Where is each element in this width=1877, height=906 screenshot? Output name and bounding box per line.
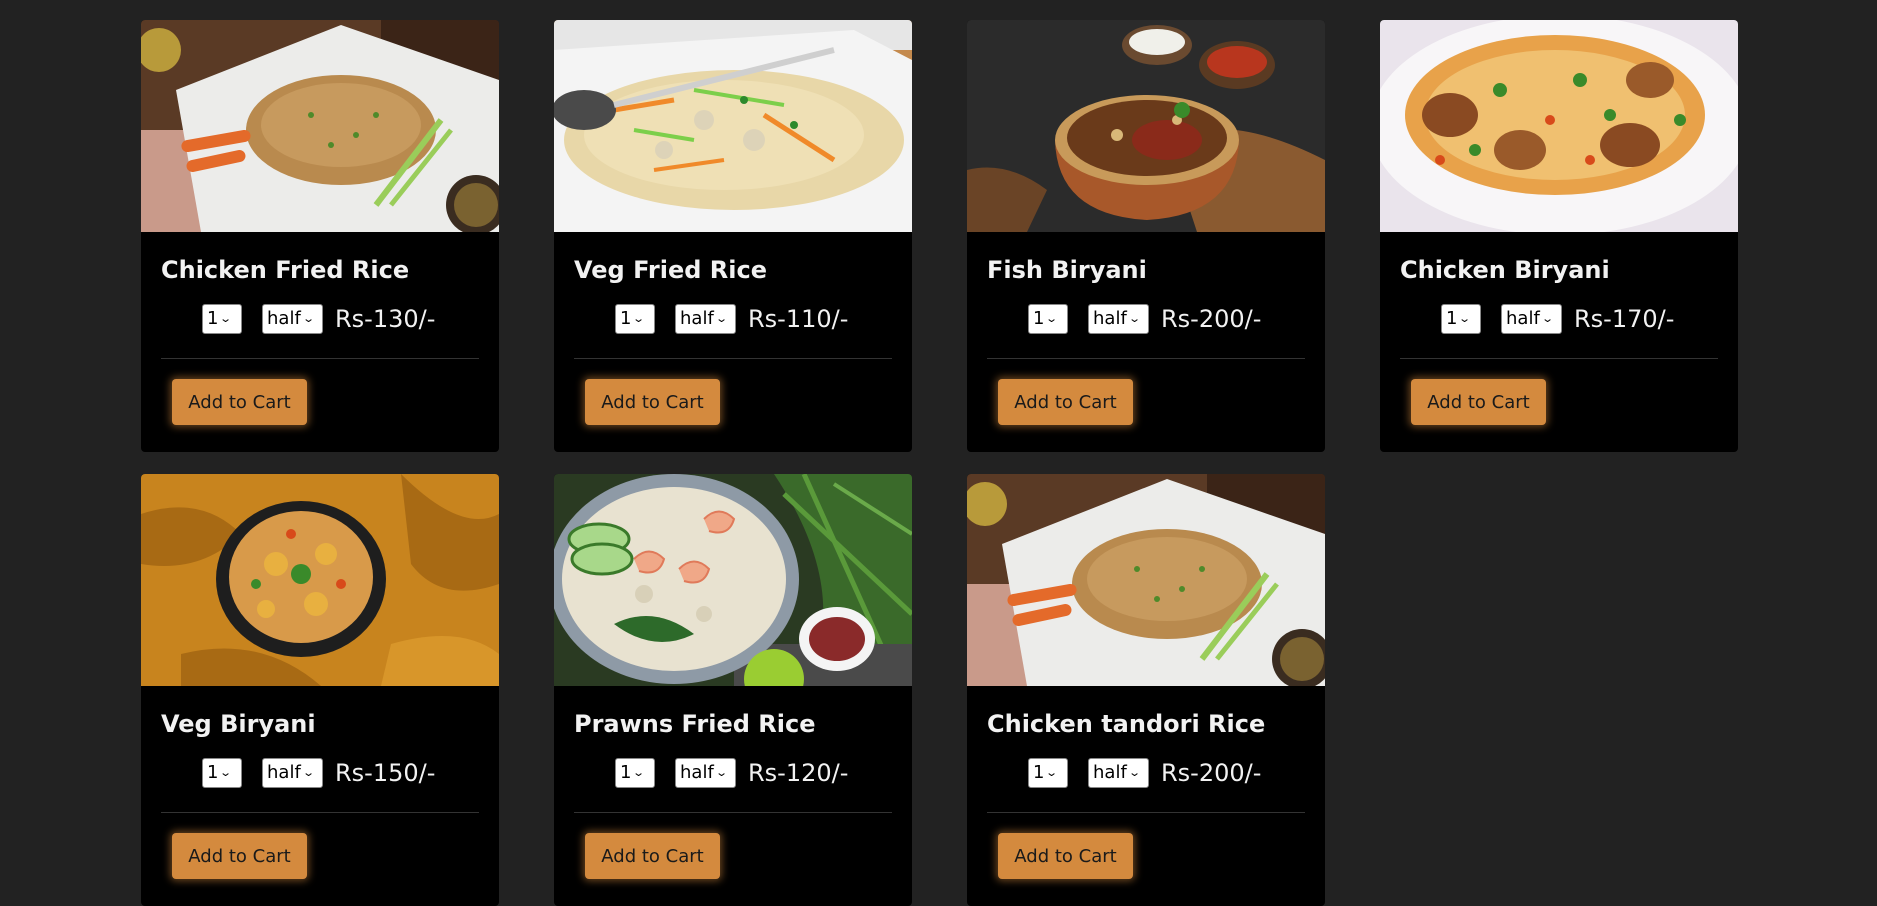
product-options: 1 ⌄ half ⌄ Rs-150/- (202, 757, 479, 789)
product-options: 1 ⌄ half ⌄ Rs-110/- (615, 303, 892, 335)
portion-select[interactable]: half ⌄ (675, 304, 736, 334)
portion-value: half (1506, 308, 1540, 329)
quantity-select[interactable]: 1 ⌄ (202, 758, 242, 788)
quantity-select[interactable]: 1 ⌄ (615, 758, 655, 788)
divider (574, 358, 892, 359)
product-name: Chicken tandori Rice (987, 710, 1266, 738)
product-image (967, 20, 1325, 232)
product-card: Prawns Fried Rice 1 ⌄ half ⌄ Rs-120/- Add … (554, 474, 912, 906)
product-price: Rs-170/- (1574, 305, 1675, 333)
chevron-down-icon: ⌄ (714, 312, 728, 325)
product-card: Veg Biryani 1 ⌄ half ⌄ Rs-150/- Add to Car… (141, 474, 499, 906)
quantity-select[interactable]: 1 ⌄ (1028, 304, 1068, 334)
add-to-cart-button[interactable]: Add to Cart (1411, 379, 1546, 425)
product-options: 1 ⌄ half ⌄ Rs-200/- (1028, 303, 1305, 335)
quantity-select[interactable]: 1 ⌄ (615, 304, 655, 334)
quantity-value: 1 (620, 762, 632, 783)
product-price: Rs-200/- (1161, 759, 1262, 787)
divider (161, 358, 479, 359)
quantity-select[interactable]: 1 ⌄ (202, 304, 242, 334)
product-options: 1 ⌄ half ⌄ Rs-200/- (1028, 757, 1305, 789)
chevron-down-icon: ⌄ (1540, 312, 1554, 325)
chevron-down-icon: ⌄ (301, 766, 315, 779)
product-grid: Chicken Fried Rice 1 ⌄ half ⌄ Rs-130/- Add… (141, 20, 1738, 906)
divider (987, 358, 1305, 359)
product-price: Rs-130/- (335, 305, 436, 333)
quantity-value: 1 (620, 308, 632, 329)
quantity-value: 1 (1033, 762, 1045, 783)
product-card: Veg Fried Rice 1 ⌄ half ⌄ Rs-110/- Add to … (554, 20, 912, 452)
product-image (554, 20, 912, 232)
product-options: 1 ⌄ half ⌄ Rs-120/- (615, 757, 892, 789)
product-card: Chicken tandori Rice 1 ⌄ half ⌄ Rs-200/- A… (967, 474, 1325, 906)
product-image (1380, 20, 1738, 232)
portion-value: half (680, 762, 714, 783)
add-to-cart-button[interactable]: Add to Cart (998, 833, 1133, 879)
divider (987, 812, 1305, 813)
chevron-down-icon: ⌄ (1045, 766, 1059, 779)
portion-select[interactable]: half ⌄ (1088, 304, 1149, 334)
quantity-value: 1 (1033, 308, 1045, 329)
chevron-down-icon: ⌄ (714, 766, 728, 779)
portion-value: half (267, 762, 301, 783)
portion-select[interactable]: half ⌄ (675, 758, 736, 788)
quantity-select[interactable]: 1 ⌄ (1028, 758, 1068, 788)
product-name: Prawns Fried Rice (574, 710, 816, 738)
product-name: Fish Biryani (987, 256, 1147, 284)
product-image (141, 20, 499, 232)
product-image (554, 474, 912, 686)
product-price: Rs-150/- (335, 759, 436, 787)
portion-select[interactable]: half ⌄ (262, 304, 323, 334)
portion-value: half (1093, 308, 1127, 329)
quantity-value: 1 (207, 308, 219, 329)
chevron-down-icon: ⌄ (301, 312, 315, 325)
chevron-down-icon: ⌄ (1458, 312, 1472, 325)
chevron-down-icon: ⌄ (219, 766, 233, 779)
divider (1400, 358, 1718, 359)
product-name: Chicken Biryani (1400, 256, 1610, 284)
product-name: Chicken Fried Rice (161, 256, 410, 284)
add-to-cart-button[interactable]: Add to Cart (998, 379, 1133, 425)
product-card: Fish Biryani 1 ⌄ half ⌄ Rs-200/- Add to Ca… (967, 20, 1325, 452)
product-price: Rs-110/- (748, 305, 849, 333)
chevron-down-icon: ⌄ (1045, 312, 1059, 325)
add-to-cart-button[interactable]: Add to Cart (172, 379, 307, 425)
product-price: Rs-200/- (1161, 305, 1262, 333)
product-card: Chicken Fried Rice 1 ⌄ half ⌄ Rs-130/- Add… (141, 20, 499, 452)
product-card: Chicken Biryani 1 ⌄ half ⌄ Rs-170/- Add to… (1380, 20, 1738, 452)
portion-select[interactable]: half ⌄ (262, 758, 323, 788)
divider (574, 812, 892, 813)
chevron-down-icon: ⌄ (219, 312, 233, 325)
product-options: 1 ⌄ half ⌄ Rs-130/- (202, 303, 479, 335)
divider (161, 812, 479, 813)
product-image (141, 474, 499, 686)
portion-select[interactable]: half ⌄ (1501, 304, 1562, 334)
chevron-down-icon: ⌄ (1127, 312, 1141, 325)
chevron-down-icon: ⌄ (1127, 766, 1141, 779)
add-to-cart-button[interactable]: Add to Cart (172, 833, 307, 879)
chevron-down-icon: ⌄ (632, 766, 646, 779)
portion-select[interactable]: half ⌄ (1088, 758, 1149, 788)
portion-value: half (1093, 762, 1127, 783)
portion-value: half (267, 308, 301, 329)
product-image (967, 474, 1325, 686)
add-to-cart-button[interactable]: Add to Cart (585, 833, 720, 879)
quantity-value: 1 (1446, 308, 1458, 329)
chevron-down-icon: ⌄ (632, 312, 646, 325)
product-name: Veg Biryani (161, 710, 316, 738)
quantity-select[interactable]: 1 ⌄ (1441, 304, 1481, 334)
add-to-cart-button[interactable]: Add to Cart (585, 379, 720, 425)
portion-value: half (680, 308, 714, 329)
quantity-value: 1 (207, 762, 219, 783)
product-name: Veg Fried Rice (574, 256, 768, 284)
product-options: 1 ⌄ half ⌄ Rs-170/- (1441, 303, 1718, 335)
product-price: Rs-120/- (748, 759, 849, 787)
